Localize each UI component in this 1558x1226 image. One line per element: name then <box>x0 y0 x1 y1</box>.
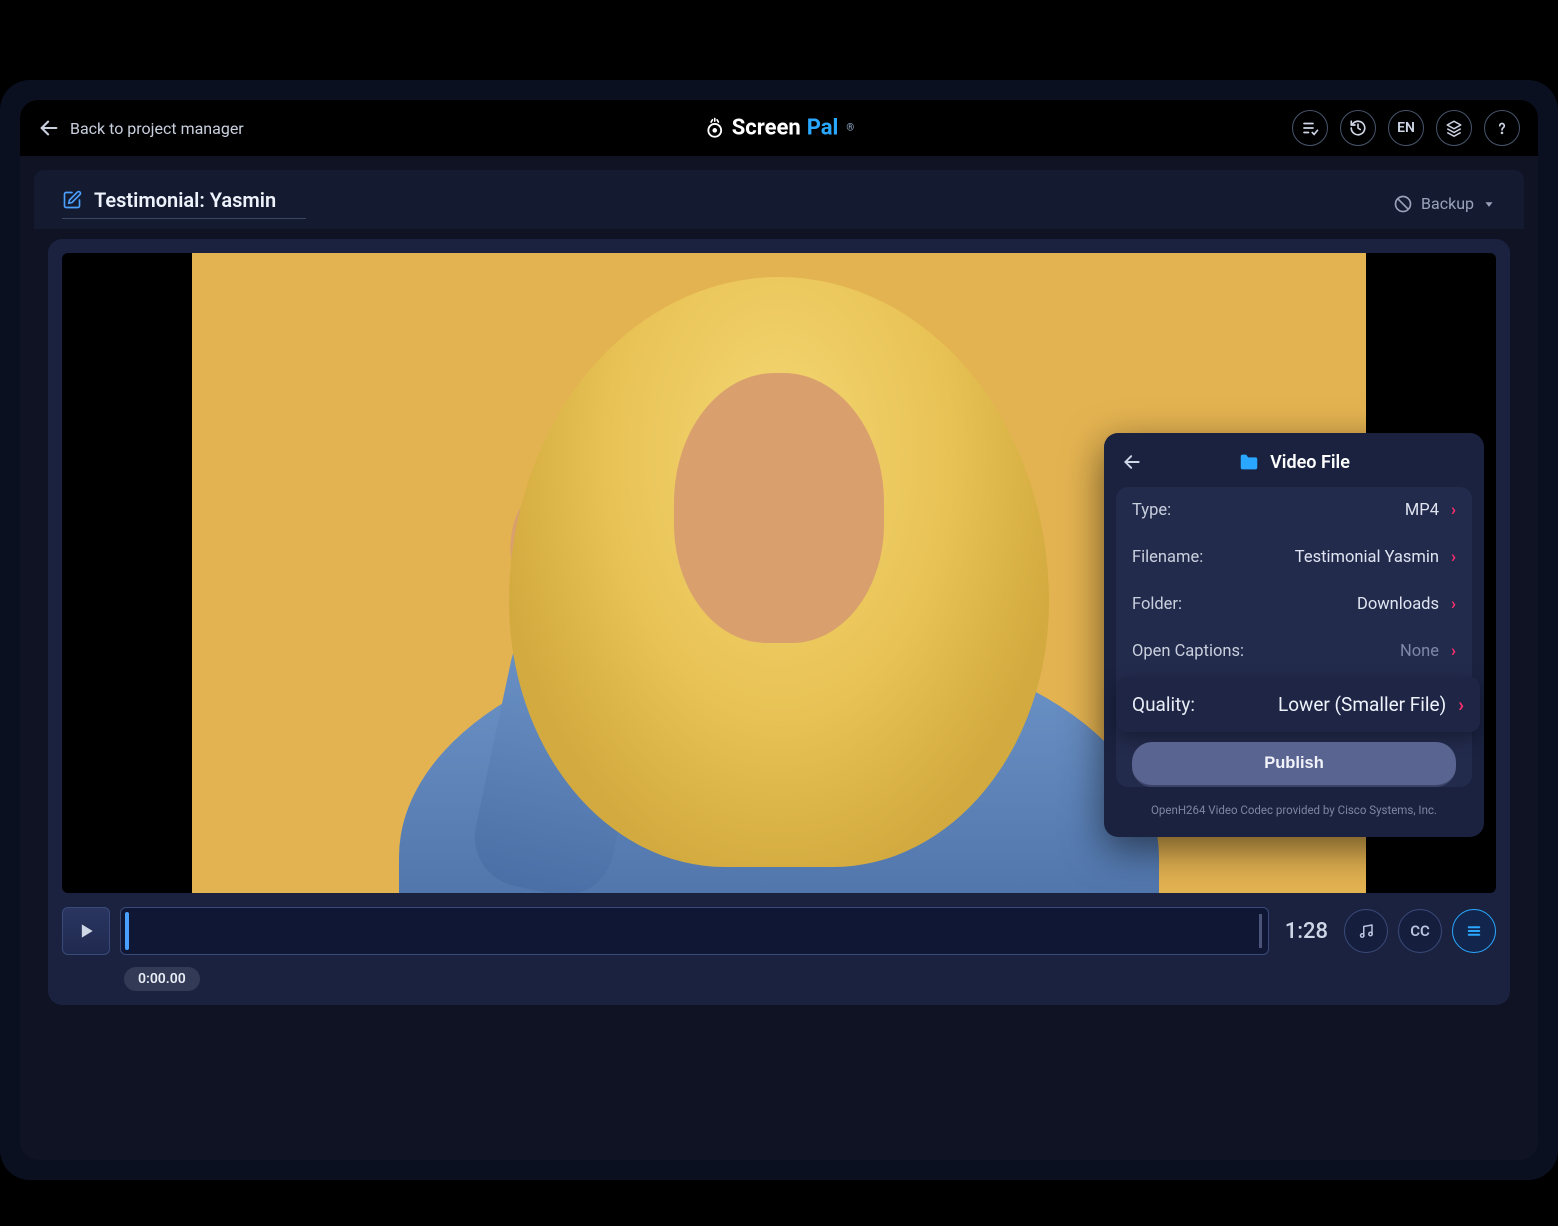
backup-dropdown[interactable]: Backup <box>1393 194 1496 214</box>
playlist-check-button[interactable] <box>1292 110 1328 146</box>
playhead-handle[interactable] <box>125 912 129 950</box>
type-value: MP4 <box>1405 501 1439 520</box>
export-panel-body: Type: MP4 › Filename: Testimonial Yasmin… <box>1116 487 1472 787</box>
export-row-type[interactable]: Type: MP4 › <box>1116 487 1472 534</box>
history-button[interactable] <box>1340 110 1376 146</box>
play-button[interactable] <box>62 907 110 955</box>
chevron-right-icon: › <box>1451 548 1456 567</box>
filename-value: Testimonial Yasmin <box>1295 548 1439 567</box>
backup-disabled-icon <box>1393 194 1413 214</box>
video-preview[interactable]: Video File Type: MP4 › Filename: Testimo… <box>62 253 1496 893</box>
playback-bar: 1:28 CC <box>62 907 1496 955</box>
folder-label: Folder: <box>1132 595 1182 614</box>
language-button[interactable]: EN <box>1388 110 1424 146</box>
chevron-down-icon <box>1482 197 1496 211</box>
logo-text-screen: Screen <box>732 116 801 141</box>
app-logo: ScreenPal ® <box>704 116 855 141</box>
content-wrap: Video File Type: MP4 › Filename: Testimo… <box>48 239 1510 1005</box>
backup-label: Backup <box>1421 194 1474 213</box>
export-panel-header: Video File <box>1104 433 1484 487</box>
type-label: Type: <box>1132 501 1171 520</box>
export-panel: Video File Type: MP4 › Filename: Testimo… <box>1104 433 1484 837</box>
export-row-captions[interactable]: Open Captions: None › <box>1116 628 1472 675</box>
project-title-editable[interactable]: Testimonial: Yasmin <box>62 188 306 219</box>
menu-button[interactable] <box>1452 909 1496 953</box>
export-row-quality[interactable]: Quality: Lower (Smaller File) › <box>1116 677 1480 732</box>
layers-button[interactable] <box>1436 110 1472 146</box>
captions-button[interactable]: CC <box>1398 909 1442 953</box>
export-row-folder[interactable]: Folder: Downloads › <box>1116 581 1472 628</box>
project-title-text: Testimonial: Yasmin <box>94 188 276 212</box>
help-button[interactable] <box>1484 110 1520 146</box>
codec-note: OpenH264 Video Codec provided by Cisco S… <box>1104 803 1484 827</box>
timeline-endmark <box>1259 914 1262 948</box>
captions-value: None <box>1400 642 1439 661</box>
chevron-right-icon: › <box>1451 642 1456 661</box>
timeline-track[interactable] <box>120 907 1269 955</box>
back-to-project-manager-link[interactable]: Back to project manager <box>38 117 244 139</box>
folder-value: Downloads <box>1357 595 1439 614</box>
edit-icon <box>62 190 82 210</box>
illustration-face <box>674 373 884 643</box>
top-actions: EN <box>1292 110 1520 146</box>
title-row: Testimonial: Yasmin Backup <box>34 170 1524 229</box>
quality-label: Quality: <box>1132 693 1195 716</box>
chevron-right-icon: › <box>1451 595 1456 614</box>
back-link-label: Back to project manager <box>70 119 244 138</box>
music-button[interactable] <box>1344 909 1388 953</box>
panel-back-button[interactable] <box>1122 452 1142 472</box>
publish-button[interactable]: Publish <box>1132 742 1456 787</box>
top-bar: Back to project manager ScreenPal ® EN <box>20 100 1538 156</box>
logo-mark-icon <box>704 117 726 139</box>
logo-text-pal: Pal <box>807 116 839 141</box>
arrow-left-icon <box>38 117 60 139</box>
export-row-filename[interactable]: Filename: Testimonial Yasmin › <box>1116 534 1472 581</box>
video-file-icon <box>1238 451 1260 473</box>
logo-registered-mark: ® <box>846 123 854 134</box>
export-panel-title: Video File <box>1270 452 1350 473</box>
filename-label: Filename: <box>1132 548 1203 567</box>
timecode-chip: 0:00.00 <box>124 967 200 991</box>
chevron-right-icon: › <box>1451 501 1456 520</box>
quality-value: Lower (Smaller File) <box>1278 693 1446 716</box>
chevron-right-icon: › <box>1458 693 1464 716</box>
language-label: EN <box>1397 120 1415 136</box>
cc-label: CC <box>1410 922 1430 940</box>
duration-label: 1:28 <box>1285 919 1328 944</box>
captions-label: Open Captions: <box>1132 642 1244 661</box>
